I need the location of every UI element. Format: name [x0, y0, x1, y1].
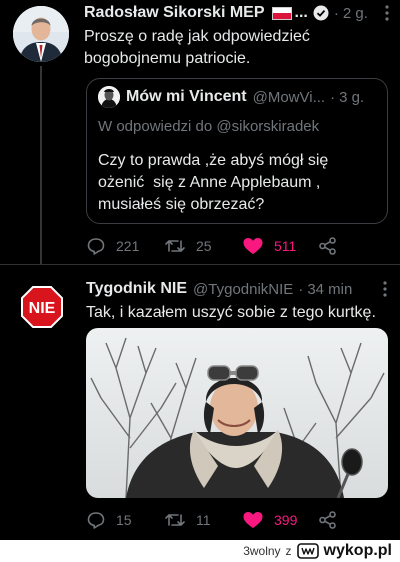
tweet2-like-button[interactable]: 399	[242, 510, 297, 530]
tweet1-like-button[interactable]: 511	[242, 236, 296, 256]
tygodnik-nie-avatar[interactable]: NIE	[13, 278, 71, 336]
tweet1-text-line2: bogobojnemu patriocie.	[84, 50, 251, 67]
tweet2-photo[interactable]	[86, 328, 388, 498]
footer-separator: z	[285, 544, 292, 558]
tweet2-time[interactable]: 34 min	[307, 281, 352, 298]
quote-text: Czy to prawda ,że abyś mógł się ożenić s…	[98, 150, 382, 216]
wykop-logo-icon	[296, 543, 319, 559]
footer-username[interactable]: 3wolny	[243, 544, 280, 558]
quote-handle[interactable]: @MowVi...	[253, 89, 325, 106]
tweet1-share-button[interactable]	[318, 236, 338, 261]
verified-badge-icon	[313, 5, 329, 21]
quote-text-line1: Czy to prawda ,że abyś mógł się	[98, 152, 329, 169]
vincent-avatar	[98, 86, 120, 108]
tweet2-retweet-count: 11	[196, 512, 211, 528]
heart-filled-icon	[242, 236, 264, 256]
photo-man-in-aviator-jacket	[86, 328, 388, 498]
tweet1-like-count: 511	[274, 238, 297, 254]
quote-header: Mów mi Vincent @MowVi... · 3 g.	[126, 86, 382, 108]
tweet2-more-icon[interactable]	[378, 279, 392, 299]
tweet2-share-button[interactable]	[318, 510, 338, 535]
thread-line	[40, 66, 42, 264]
retweet-icon	[164, 236, 186, 256]
tweet1-retweet-button[interactable]: 25	[164, 236, 212, 256]
tweet2-author-name[interactable]: Tygodnik NIE	[86, 280, 187, 298]
footer-site[interactable]: wykop.pl	[324, 542, 392, 560]
tweet1-text-line1: Proszę o radę jak odpowiedzieć	[84, 28, 310, 45]
footer-content: 3wolny z wykop.pl	[243, 542, 392, 560]
reply-icon	[86, 510, 106, 530]
nie-stop-sign-icon: NIE	[21, 286, 63, 328]
tweet1-author-name[interactable]: Radosław Sikorski MEP	[84, 4, 265, 22]
tweet1-header: Radosław Sikorski MEP ... · 2 g.	[84, 2, 394, 24]
tweet1-text: Proszę o radę jak odpowiedzieć bogobojne…	[84, 26, 394, 70]
tweet2-handle[interactable]: @TygodnikNIE	[193, 281, 293, 298]
poland-flag-icon	[271, 6, 292, 20]
tweet2-like-count: 399	[274, 512, 298, 528]
ellipsis-text: ...	[294, 4, 308, 21]
share-icon	[318, 237, 338, 260]
avatar-nie-text: NIE	[29, 300, 56, 317]
tweet2-header: Tygodnik NIE @TygodnikNIE · 34 min	[86, 278, 392, 300]
quote-dot-separator: ·	[330, 88, 336, 106]
dot-separator: ·	[333, 4, 339, 22]
tweet2-actions: 15 11 399	[86, 508, 386, 532]
quote-text-line3: musiałeś się obrzezać?	[98, 196, 265, 213]
quote-author-name[interactable]: Mów mi Vincent	[126, 88, 247, 106]
tweet2-dot-separator: ·	[298, 280, 304, 298]
tweet2-retweet-button[interactable]: 11	[164, 510, 211, 530]
quote-text-line2: ożenić się z Anne Applebaum ,	[98, 174, 321, 191]
wykop-footer-bar: 3wolny z wykop.pl	[0, 540, 400, 562]
tweet1-more-icon[interactable]	[380, 3, 394, 23]
tweet1-reply-button[interactable]: 221	[86, 236, 139, 256]
retweet-icon	[164, 510, 186, 530]
tweet1-actions: 221 25 511	[86, 234, 386, 258]
tweet1-reply-count: 221	[116, 238, 140, 254]
share-icon	[318, 511, 338, 534]
tweet2-reply-button[interactable]: 15	[86, 510, 132, 530]
tweet2-text: Tak, i kazałem uszyć sobie z tego kurtkę…	[86, 304, 376, 321]
heart-filled-icon	[242, 510, 264, 530]
tweet-divider	[0, 264, 400, 265]
tweet1-retweet-count: 25	[196, 238, 212, 254]
sikorski-avatar[interactable]	[13, 6, 69, 62]
quote-reply-to[interactable]: W odpowiedzi do @sikorskiradek	[98, 118, 319, 135]
tweet2-reply-count: 15	[116, 512, 132, 528]
quote-time[interactable]: 3 g.	[339, 89, 364, 106]
tweet1-time[interactable]: 2 g.	[343, 5, 368, 22]
reply-icon	[86, 236, 106, 256]
